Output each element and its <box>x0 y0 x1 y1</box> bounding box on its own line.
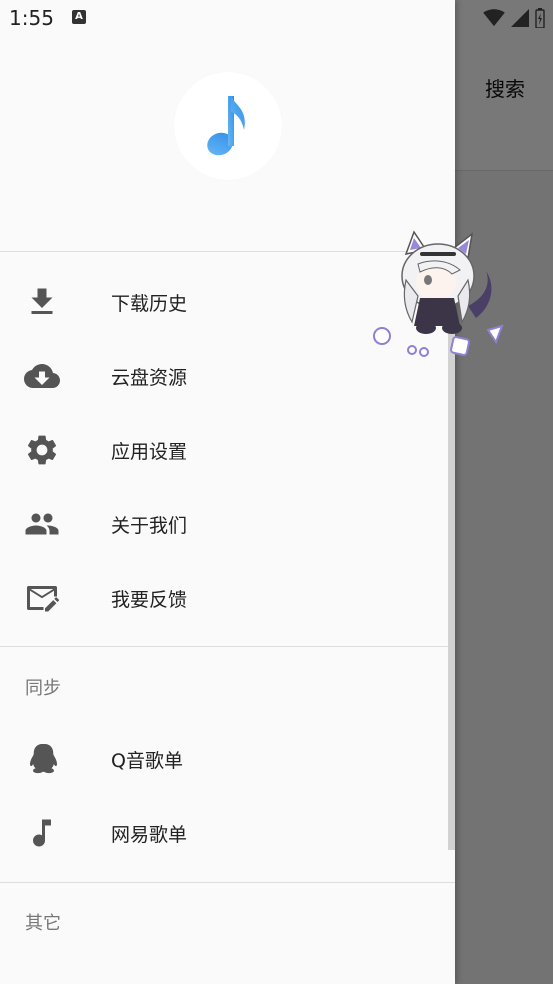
menu-item-label: 我要反馈 <box>111 589 188 611</box>
menu-item-label: 下载历史 <box>111 293 188 315</box>
navigation-drawer: 下载历史 云盘资源 应用设置 关于我们 我要反馈 同步 Q音歌单 网易歌单 其它 <box>0 0 455 984</box>
menu-item-label: 应用设置 <box>111 441 188 463</box>
screen: 搜索 <box>0 0 553 984</box>
gear-icon <box>27 435 57 465</box>
partial-icon <box>24 977 60 984</box>
drawer-header <box>0 0 455 252</box>
menu-item-netease-playlist[interactable]: 网易歌单 <box>0 796 455 870</box>
menu-item-app-settings[interactable]: 应用设置 <box>0 413 455 487</box>
mascot-sticker <box>373 230 504 357</box>
status-icons <box>483 8 545 28</box>
notification-icon: A <box>72 10 86 24</box>
wifi-icon <box>483 9 505 27</box>
divider <box>0 646 455 647</box>
qq-penguin-icon <box>30 744 57 774</box>
menu-item-label: Q音歌单 <box>111 750 183 772</box>
menu-item-feedback[interactable]: 我要反馈 <box>0 561 455 635</box>
status-bar: 1:55 A <box>0 0 553 36</box>
app-logo <box>174 72 282 180</box>
section-title-other: 其它 <box>25 913 61 934</box>
menu-item-label: 网易歌单 <box>111 824 188 846</box>
menu-item-label: 关于我们 <box>111 515 188 537</box>
menu-item-label: 云盘资源 <box>111 367 188 389</box>
section-title-sync: 同步 <box>25 678 61 699</box>
people-icon <box>25 513 59 535</box>
music-note-icon <box>33 819 51 847</box>
signal-icon <box>511 9 529 27</box>
battery-icon <box>535 8 545 28</box>
divider <box>0 882 455 883</box>
cloud-download-icon <box>24 364 60 388</box>
menu-item-about-us[interactable]: 关于我们 <box>0 487 455 561</box>
menu-item-partial[interactable] <box>0 958 455 984</box>
download-icon <box>31 288 53 314</box>
music-note-logo-icon <box>207 96 245 156</box>
status-time: 1:55 <box>9 6 54 30</box>
menu-item-qq-playlist[interactable]: Q音歌单 <box>0 722 455 796</box>
feedback-mail-icon <box>27 586 60 612</box>
